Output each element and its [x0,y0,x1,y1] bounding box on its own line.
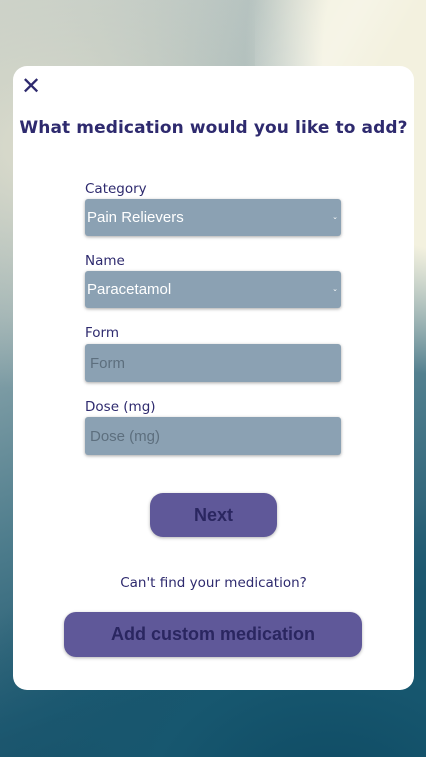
form-field[interactable] [85,344,341,382]
dose-input[interactable] [85,417,341,455]
dose-field[interactable] [85,417,341,455]
add-custom-medication-button[interactable]: Add custom medication [64,612,362,657]
dose-label: Dose (mg) [85,399,156,415]
dialog-title: What medication would you like to add? [19,118,408,138]
name-select[interactable]: Paracetamol ⌄ [85,271,341,308]
category-select[interactable]: Pain Relievers ⌄ [85,199,341,236]
add-medication-dialog: ✕ What medication would you like to add?… [13,66,414,690]
form-input[interactable] [85,344,341,382]
name-label: Name [85,253,125,269]
name-selected-value: Paracetamol [87,281,172,298]
category-label: Category [85,181,147,197]
category-selected-value: Pain Relievers [87,209,184,226]
close-icon[interactable]: ✕ [21,74,41,98]
cant-find-text: Can't find your medication? [120,575,307,591]
chevron-down-icon: ⌄ [332,285,338,293]
chevron-down-icon: ⌄ [332,213,338,221]
next-button[interactable]: Next [150,493,277,537]
form-label: Form [85,325,120,341]
